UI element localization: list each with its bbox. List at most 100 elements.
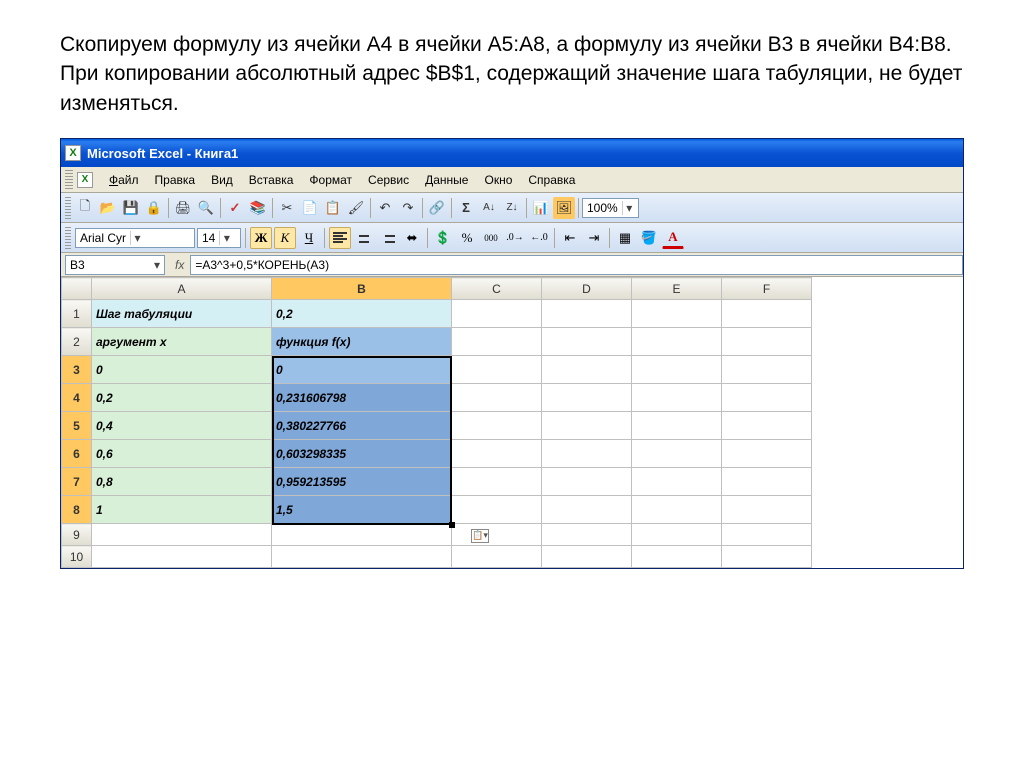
col-header-B[interactable]: B — [272, 278, 452, 300]
cell-B4[interactable]: 0,231606798 — [272, 384, 452, 412]
autosum-icon[interactable]: Σ — [455, 197, 477, 219]
borders-button[interactable]: ▦ — [614, 227, 636, 249]
row-header-9[interactable]: 9 — [62, 524, 92, 546]
cell-A3[interactable]: 0 — [92, 356, 272, 384]
paste-icon[interactable]: 📋 — [322, 197, 344, 219]
cell-A10[interactable] — [92, 546, 272, 568]
cell-D10[interactable] — [542, 546, 632, 568]
copy-icon[interactable]: 📄 — [299, 197, 321, 219]
row-header-1[interactable]: 1 — [62, 300, 92, 328]
cell-D9[interactable] — [542, 524, 632, 546]
cell-C9[interactable] — [452, 524, 542, 546]
cell-D1[interactable] — [542, 300, 632, 328]
menu-tools[interactable]: Сервис — [360, 171, 417, 189]
currency-button[interactable]: 💲 — [432, 227, 454, 249]
cell-C4[interactable] — [452, 384, 542, 412]
align-left-button[interactable] — [329, 227, 351, 249]
research-icon[interactable]: 📚 — [247, 197, 269, 219]
cell-A7[interactable]: 0,8 — [92, 468, 272, 496]
cell-C3[interactable] — [452, 356, 542, 384]
menu-help[interactable]: Справка — [520, 171, 583, 189]
cell-B7[interactable]: 0,959213595 — [272, 468, 452, 496]
row-header-7[interactable]: 7 — [62, 468, 92, 496]
cell-D7[interactable] — [542, 468, 632, 496]
cell-A8[interactable]: 1 — [92, 496, 272, 524]
cell-F2[interactable] — [722, 328, 812, 356]
undo-icon[interactable]: ↶ — [374, 197, 396, 219]
italic-button[interactable]: К — [274, 227, 296, 249]
cell-F5[interactable] — [722, 412, 812, 440]
cell-C1[interactable] — [452, 300, 542, 328]
paste-options-icon[interactable]: 📋▾ — [471, 529, 489, 543]
col-header-E[interactable]: E — [632, 278, 722, 300]
cell-E5[interactable] — [632, 412, 722, 440]
menu-view[interactable]: Вид — [203, 171, 241, 189]
cell-E3[interactable] — [632, 356, 722, 384]
cell-E1[interactable] — [632, 300, 722, 328]
cell-B8[interactable]: 1,5 — [272, 496, 452, 524]
cell-F6[interactable] — [722, 440, 812, 468]
print-icon[interactable]: 🖨 — [172, 197, 194, 219]
align-right-button[interactable] — [377, 227, 399, 249]
cell-D8[interactable] — [542, 496, 632, 524]
menu-insert[interactable]: Вставка — [241, 171, 302, 189]
preview-icon[interactable]: 🔍 — [195, 197, 217, 219]
fill-handle[interactable] — [449, 522, 455, 528]
cell-F7[interactable] — [722, 468, 812, 496]
cell-C10[interactable] — [452, 546, 542, 568]
zoom-combo[interactable]: 100%▾ — [582, 198, 639, 218]
cell-E2[interactable] — [632, 328, 722, 356]
open-icon[interactable]: 📂 — [97, 197, 119, 219]
fontsize-combo[interactable]: 14▾ — [197, 228, 241, 248]
col-header-D[interactable]: D — [542, 278, 632, 300]
cell-A2[interactable]: аргумент x — [92, 328, 272, 356]
cut-icon[interactable]: ✂ — [276, 197, 298, 219]
cell-D2[interactable] — [542, 328, 632, 356]
menu-file[interactable]: Файл — [101, 171, 147, 189]
spreadsheet-grid[interactable]: A B C D E F 1 Шаг табуляции 0,2 2 аргуме… — [61, 277, 963, 568]
cell-C5[interactable] — [452, 412, 542, 440]
menu-window[interactable]: Окно — [476, 171, 520, 189]
row-header-8[interactable]: 8 — [62, 496, 92, 524]
increase-decimal-button[interactable]: .0→ — [504, 227, 526, 249]
font-color-button[interactable]: A — [662, 227, 684, 249]
cell-F1[interactable] — [722, 300, 812, 328]
cell-B10[interactable] — [272, 546, 452, 568]
hyperlink-icon[interactable]: 🔗 — [426, 197, 448, 219]
cell-A5[interactable]: 0,4 — [92, 412, 272, 440]
decrease-decimal-button[interactable]: ←.0 — [528, 227, 550, 249]
menu-edit[interactable]: Правка — [147, 171, 204, 189]
row-header-2[interactable]: 2 — [62, 328, 92, 356]
cell-E8[interactable] — [632, 496, 722, 524]
cell-C8[interactable] — [452, 496, 542, 524]
menu-format[interactable]: Формат — [301, 171, 360, 189]
cell-E4[interactable] — [632, 384, 722, 412]
menu-data[interactable]: Данные — [417, 171, 476, 189]
cell-F3[interactable] — [722, 356, 812, 384]
cell-A1[interactable]: Шаг табуляции — [92, 300, 272, 328]
drawing-icon[interactable]: 🖼 — [553, 197, 575, 219]
cell-E10[interactable] — [632, 546, 722, 568]
underline-button[interactable]: Ч — [298, 227, 320, 249]
cell-B3[interactable]: 0 — [272, 356, 452, 384]
save-icon[interactable]: 💾 — [120, 197, 142, 219]
spellcheck-icon[interactable]: ✓ — [224, 197, 246, 219]
cell-B2[interactable]: функция f(x) — [272, 328, 452, 356]
cell-B6[interactable]: 0,603298335 — [272, 440, 452, 468]
select-all-corner[interactable] — [62, 278, 92, 300]
cell-F8[interactable] — [722, 496, 812, 524]
cell-F4[interactable] — [722, 384, 812, 412]
new-icon[interactable]: 🗋 — [74, 197, 96, 219]
cell-C6[interactable] — [452, 440, 542, 468]
col-header-F[interactable]: F — [722, 278, 812, 300]
col-header-A[interactable]: A — [92, 278, 272, 300]
chart-icon[interactable]: 📊 — [530, 197, 552, 219]
sort-desc-icon[interactable]: Z↓ — [501, 197, 523, 219]
comma-button[interactable]: 000 — [480, 227, 502, 249]
cell-E9[interactable] — [632, 524, 722, 546]
row-header-4[interactable]: 4 — [62, 384, 92, 412]
row-header-10[interactable]: 10 — [62, 546, 92, 568]
col-header-C[interactable]: C — [452, 278, 542, 300]
cell-C7[interactable] — [452, 468, 542, 496]
cell-F9[interactable] — [722, 524, 812, 546]
